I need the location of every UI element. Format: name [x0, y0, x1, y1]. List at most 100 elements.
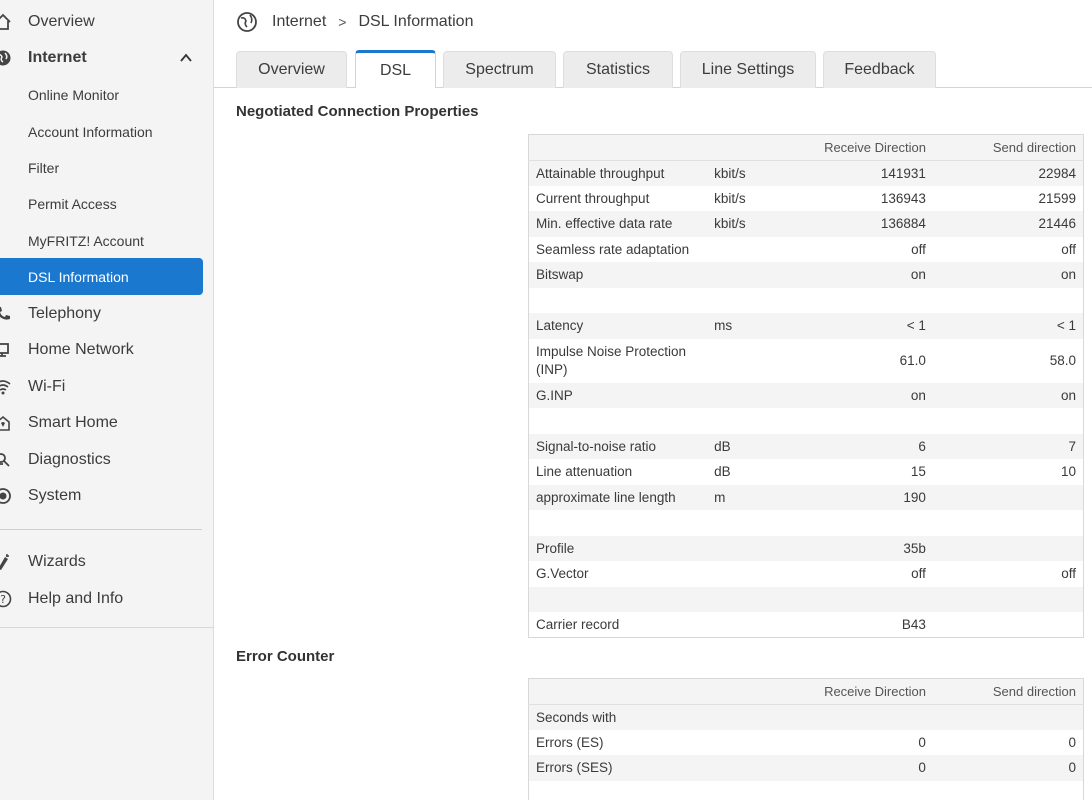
sidebar-item-wizards[interactable]: Wizards: [0, 547, 214, 577]
row-receive-value: off: [911, 566, 926, 582]
row-unit: [707, 339, 777, 383]
row-label: Attainable throughput: [528, 160, 708, 186]
table-row: Min. effective data rate kbit/s 136884 2144…: [528, 211, 1084, 237]
row-label: approximate line length: [528, 484, 708, 510]
row-unit: kbit/s: [707, 211, 778, 237]
chevron-right-icon: >: [338, 14, 347, 30]
sidebar-subitem-dsl-information[interactable]: DSL Information: [0, 258, 203, 295]
breadcrumb-parent[interactable]: Internet: [272, 13, 326, 31]
table-row: Seconds with: [528, 704, 1084, 730]
row-label: Signal-to-noise ratio: [528, 433, 708, 459]
row-unit: [707, 704, 778, 730]
row-receive-value: 15: [910, 464, 926, 480]
sidebar-subitem-permit-access[interactable]: Permit Access: [0, 185, 203, 222]
row-send-value: 0: [1068, 734, 1076, 750]
column-header-send: Send direction: [932, 678, 1084, 705]
row-receive-value: 141931: [777, 160, 933, 186]
sidebar-item-label: Overview: [28, 13, 95, 30]
row-label: Impulse Noise Protection (INP): [536, 343, 687, 377]
globe-icon: [237, 12, 257, 32]
row-send-value: 21446: [932, 211, 1084, 237]
row-unit: [707, 510, 777, 536]
sidebar-item-help-and-info[interactable]: ? Help and Info: [0, 584, 214, 614]
row-unit: [707, 262, 778, 288]
row-send-value: on: [932, 382, 1084, 408]
column-header-send: Send direction: [932, 134, 1084, 161]
row-unit: [707, 288, 777, 314]
home-icon: [0, 13, 12, 31]
row-unit: [707, 382, 778, 408]
row-receive-value: 136884: [777, 211, 933, 237]
sidebar-item-wifi[interactable]: Wi-Fi: [0, 372, 214, 402]
smart-home-icon: [0, 414, 12, 432]
sidebar-subitem-account-information[interactable]: Account Information: [0, 113, 203, 150]
row-send-value: [932, 586, 1084, 612]
table-row: G.INP on on: [528, 382, 1084, 408]
sidebar-item-internet[interactable]: Internet: [0, 43, 214, 73]
row-receive-value: 6: [777, 433, 933, 459]
breadcrumb-current: DSL Information: [358, 13, 474, 30]
sidebar-item-label: Smart Home: [28, 414, 118, 431]
row-label: [529, 408, 708, 434]
row-unit: [707, 408, 777, 434]
row-unit: dB: [714, 464, 731, 480]
row-label: Errors (SES): [528, 755, 708, 781]
tab-dsl[interactable]: DSL: [355, 50, 436, 88]
row-receive-value: [777, 288, 933, 314]
sidebar-item-system[interactable]: System: [0, 481, 214, 511]
row-receive-value: 190: [777, 484, 933, 510]
row-unit: [707, 612, 777, 638]
sidebar-subitem-myfritz-account[interactable]: MyFRITZ! Account: [0, 222, 203, 259]
row-unit: kbit/s: [714, 190, 746, 206]
row-send-value: 22984: [932, 160, 1084, 186]
sidebar-subitem-label: Filter: [28, 159, 60, 176]
column-header-receive: Receive Direction: [777, 134, 933, 161]
row-receive-value: [777, 586, 933, 612]
table-row: Impulse Noise Protection (INP) 61.0 58.0: [529, 339, 1084, 383]
table-row: Attainable throughput kbit/s 141931 22984: [528, 160, 1084, 186]
section-title-error-counter: Error Counter: [236, 648, 335, 665]
sidebar-item-label: Home Network: [28, 341, 134, 358]
system-icon: [0, 487, 12, 505]
table-row: Current throughput kbit/s 136943 21599: [529, 186, 1084, 212]
sidebar-item-overview[interactable]: Overview: [0, 7, 214, 37]
row-receive-value: [777, 781, 933, 800]
table-row: [529, 288, 1084, 314]
sidebar-subitem-label: Permit Access: [28, 195, 117, 212]
row-send-value: 10: [1060, 464, 1076, 480]
table-header-row: Receive Direction Send direction: [528, 134, 1084, 161]
sidebar-item-telephony[interactable]: Telephony: [0, 299, 214, 329]
row-send-value: 21599: [1038, 190, 1076, 206]
tab-spectrum[interactable]: Spectrum: [443, 51, 556, 88]
chevron-up-icon[interactable]: [180, 52, 192, 64]
sidebar-bottom-divider: [0, 627, 214, 628]
row-send-value: [932, 704, 1084, 730]
sidebar-item-home-network[interactable]: Home Network: [0, 335, 214, 365]
tab-feedback[interactable]: Feedback: [823, 51, 936, 88]
breadcrumb: Internet > DSL Information: [236, 10, 473, 34]
sidebar-subitem-label: DSL Information: [28, 268, 129, 285]
row-label: Profile: [528, 535, 708, 561]
table-row: Signal-to-noise ratio dB 6 7: [528, 433, 1084, 459]
column-header-unit: [707, 134, 778, 161]
sidebar-item-smart-home[interactable]: Smart Home: [0, 408, 214, 438]
tab-statistics[interactable]: Statistics: [563, 51, 673, 88]
row-label: Seconds with: [528, 704, 708, 730]
tab-overview[interactable]: Overview: [236, 51, 347, 88]
tab-line-settings[interactable]: Line Settings: [680, 51, 816, 88]
phone-icon: [0, 305, 12, 323]
row-send-value: [932, 484, 1084, 510]
sidebar-subitem-filter[interactable]: Filter: [0, 149, 203, 186]
sidebar-item-label: Diagnostics: [28, 451, 111, 468]
wizard-icon: [0, 553, 12, 571]
sidebar-item-diagnostics[interactable]: Diagnostics: [0, 445, 214, 475]
row-label: Current throughput: [536, 190, 650, 206]
row-label: Line attenuation: [536, 464, 633, 480]
sidebar-item-label: Internet: [28, 49, 87, 66]
sidebar-subitem-online-monitor[interactable]: Online Monitor: [0, 76, 203, 113]
sidebar: Overview Internet Online Monitor Account…: [0, 0, 214, 800]
row-send-value: off: [1061, 566, 1076, 582]
row-receive-value: [777, 408, 933, 434]
sidebar-divider: [0, 529, 202, 530]
help-icon: ?: [0, 590, 12, 608]
